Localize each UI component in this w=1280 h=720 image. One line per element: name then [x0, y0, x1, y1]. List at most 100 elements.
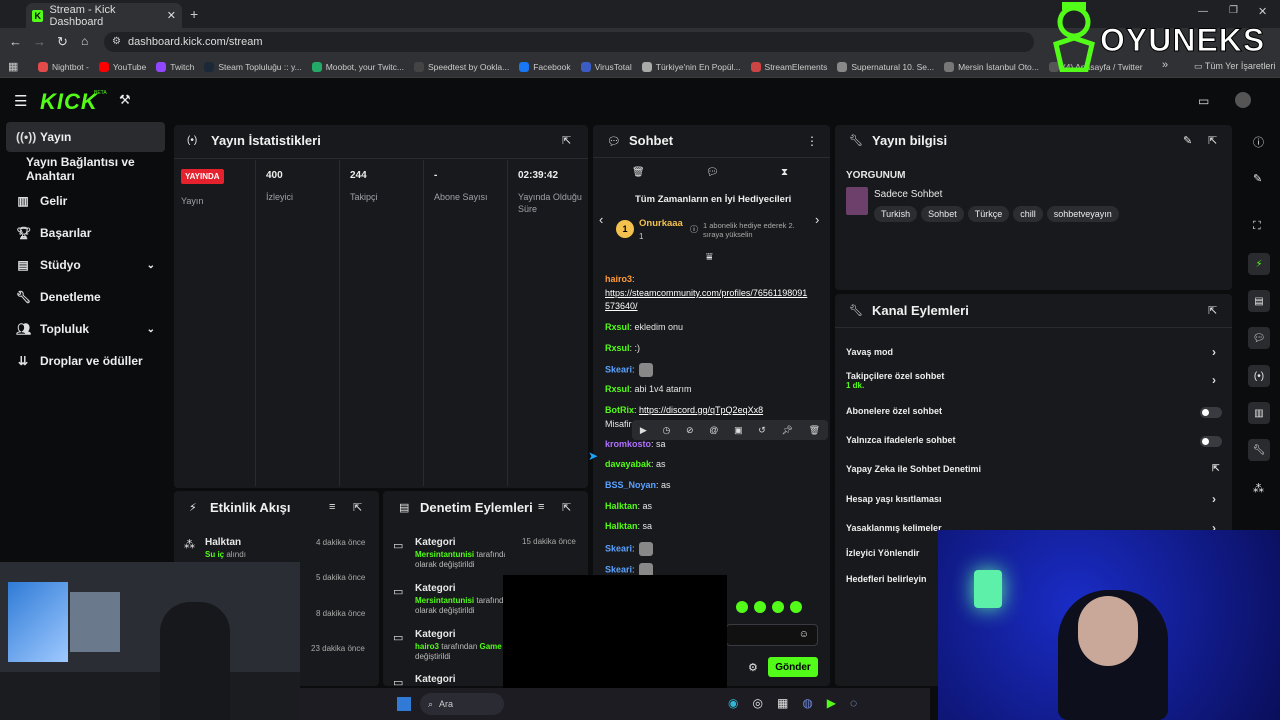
channel-action-row[interactable]: Takipçilere özel sohbet 1 dk. › — [846, 371, 1222, 390]
emoji-icon[interactable]: ☺ — [799, 629, 809, 640]
broadcast-button[interactable]: (•) — [1248, 365, 1270, 387]
chat-message[interactable]: Rxsul: ekledim onu — [605, 322, 683, 332]
browser-tab[interactable]: K Stream - Kick Dashboard ✕ — [26, 3, 182, 28]
popout-icon[interactable]: ⇱ — [562, 501, 571, 514]
user-avatar[interactable] — [1235, 92, 1251, 108]
hourglass-icon[interactable]: ⧗ — [781, 167, 788, 178]
fullscreen-icon[interactable]: ⛶ — [1253, 220, 1261, 233]
tag[interactable]: Türkçe — [967, 206, 1010, 222]
tag[interactable]: chill — [1013, 206, 1043, 222]
chat-message[interactable]: 573640/ — [605, 301, 638, 311]
tag[interactable]: sohbetveyayın — [1046, 206, 1119, 222]
edit-icon[interactable]: ✎ — [1253, 172, 1262, 185]
settings-gear-icon[interactable]: ⚙ — [748, 661, 758, 674]
sidebar-item-basarilar[interactable]: 🏆︎ Başarılar — [6, 218, 165, 248]
toggle-switch[interactable] — [1200, 436, 1222, 447]
sidebar-item-denetleme[interactable]: 🔧︎ Denetleme — [6, 282, 165, 312]
undo-icon[interactable]: ↺ — [758, 425, 766, 436]
chat-username[interactable]: BSS_Noyan — [605, 480, 656, 490]
new-tab-icon[interactable]: + — [190, 6, 198, 22]
hamburger-menu-icon[interactable]: ☰ — [14, 92, 27, 110]
sidebar-item-stream-key[interactable]: Yayın Bağlantısı ve Anahtarı — [6, 154, 165, 184]
bookmark-item[interactable]: Türkiye'nin En Popül... — [641, 60, 741, 74]
chat-message[interactable]: BSS_Noyan: as — [605, 480, 671, 490]
delete-icon[interactable]: 🗑︎ — [809, 425, 820, 436]
chat-message[interactable]: hairo3: — [605, 274, 635, 284]
filter-icon[interactable]: ≡ — [329, 501, 335, 513]
ban-icon[interactable]: ⊘ — [686, 425, 694, 436]
popout-icon[interactable]: ⇱ — [562, 134, 571, 147]
chat-username[interactable]: davayabak — [605, 459, 651, 469]
chat-username[interactable]: Rxsul — [605, 384, 630, 394]
site-info-icon[interactable]: ⚙ — [112, 36, 121, 47]
bookmark-item[interactable]: Nightbot - — [38, 60, 89, 74]
edge-icon[interactable]: ◉ — [728, 696, 738, 710]
back-icon[interactable]: ← — [9, 34, 22, 49]
popout-icon[interactable]: ⇱ — [1208, 134, 1217, 147]
emote-icon[interactable] — [754, 601, 766, 613]
popout-icon[interactable]: ⇱ — [353, 501, 362, 514]
next-gifter-icon[interactable]: › — [815, 212, 819, 227]
chat-message[interactable]: Rxsul: :) — [605, 343, 640, 353]
forward-icon[interactable]: → — [33, 34, 46, 49]
chat-username[interactable]: Skeari — [605, 564, 632, 574]
chat-message[interactable]: kromkosto: sa — [605, 439, 666, 449]
kick-logo[interactable]: KICK — [40, 89, 98, 115]
home-icon[interactable]: ⌂ — [81, 34, 88, 48]
steam-icon[interactable]: ◌ — [850, 696, 857, 710]
channel-action-row[interactable]: Yavaş mod › — [846, 345, 1222, 361]
chat-message[interactable]: Misafir — [605, 419, 632, 429]
chat-button[interactable]: 💬︎ — [1248, 327, 1270, 349]
emote-icon[interactable] — [736, 601, 748, 613]
sidebar-item-studyo[interactable]: ▤ Stüdyo ⌄ — [6, 250, 165, 280]
sidebar-item-gelir[interactable]: ▥ Gelir — [6, 186, 165, 216]
more-options-icon[interactable]: ⋮ — [806, 134, 818, 148]
sidebar-item-yayin[interactable]: ((•)) Yayın — [6, 122, 165, 152]
bookmark-item[interactable]: Supernatural 10. Se... — [837, 60, 934, 74]
bookmark-item[interactable]: StreamElements — [750, 60, 827, 74]
channel-action-row[interactable]: Abonelere özel sohbet — [846, 406, 1222, 420]
apps-icon[interactable]: ▦ — [8, 60, 18, 73]
chat-username[interactable]: Skeari — [605, 364, 632, 374]
play-icon[interactable]: ▶ — [640, 425, 647, 436]
chat-username[interactable]: Skeari — [605, 543, 632, 553]
store-icon[interactable]: ▦ — [777, 696, 788, 710]
toggle-switch[interactable] — [1200, 407, 1222, 418]
send-button[interactable]: Gönder — [768, 657, 818, 677]
bookmark-item[interactable]: VirusTotal — [580, 60, 632, 74]
reload-icon[interactable]: ↻ — [57, 34, 68, 50]
bookmark-item[interactable]: Mersin İstanbul Oto... — [944, 60, 1039, 74]
chat-username[interactable]: Halktan — [605, 521, 638, 531]
tag[interactable]: Sohbet — [921, 206, 964, 222]
chat-username[interactable]: Halktan — [605, 501, 638, 511]
activity-icon[interactable]: ⁂ — [1253, 482, 1264, 495]
chat-input[interactable]: ☺ — [726, 624, 818, 646]
bookmark-item[interactable]: Facebook — [519, 60, 571, 74]
popout-icon[interactable]: ⇱ — [1208, 304, 1217, 317]
chat-link[interactable]: https://discord.gg/qTpQ2eqXx8 — [639, 405, 763, 415]
lightning-button[interactable]: ⚡︎ — [1248, 253, 1270, 275]
chat-message[interactable]: BotRix: https://discord.gg/qTpQ2eqXx8 — [605, 405, 763, 415]
close-tab-icon[interactable]: ✕ — [167, 9, 176, 22]
wallet-icon[interactable]: ▭ — [1198, 94, 1209, 108]
bookmark-item[interactable]: Moobot, your Twitc... — [311, 60, 404, 74]
copy-icon[interactable]: ▣ — [734, 425, 743, 436]
emote-icon[interactable] — [772, 601, 784, 613]
chat-message[interactable]: https://steamcommunity.com/profiles/7656… — [605, 288, 807, 298]
address-bar[interactable]: dashboard.kick.com/stream — [104, 32, 1034, 52]
sidebar-item-droplar[interactable]: ⇊ Droplar ve ödüller — [6, 346, 165, 376]
tag[interactable]: Turkish — [874, 206, 918, 222]
chat-message[interactable]: Halktan: sa — [605, 521, 652, 531]
chat-username[interactable]: Rxsul — [605, 343, 630, 353]
wrench-button[interactable]: 🔧︎ — [1248, 439, 1270, 461]
chat-username[interactable]: kromkosto — [605, 439, 651, 449]
channel-action-row[interactable]: Yalnızca ifadelerle sohbet — [846, 435, 1222, 449]
channel-action-row[interactable]: Yapay Zeka ile Sohbet Denetimi ⇱ — [846, 463, 1222, 478]
trash-icon[interactable]: 🗑︎ — [632, 167, 645, 178]
windows-start-icon[interactable] — [397, 697, 411, 711]
edit-pencil-icon[interactable]: ✎ — [1183, 134, 1192, 147]
kick-icon[interactable]: ▶ — [827, 696, 836, 710]
sidebar-item-topluluk[interactable]: 👥︎ Topluluk ⌄ — [6, 314, 165, 344]
chat-message[interactable]: Halktan: as — [605, 501, 652, 511]
moderation-hammer-icon[interactable]: ⚒ — [119, 92, 131, 108]
